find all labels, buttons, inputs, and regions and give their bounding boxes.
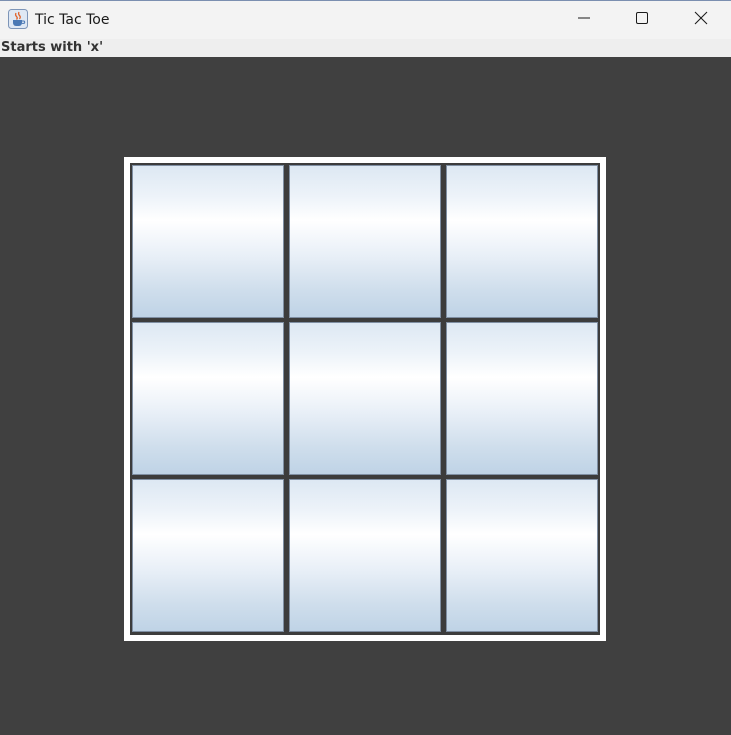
maximize-icon — [635, 11, 649, 30]
board-cell-3-3[interactable] — [446, 479, 598, 632]
status-bar: Starts with 'x' — [0, 39, 731, 57]
java-cup-icon — [8, 9, 28, 29]
board-cell-2-2[interactable] — [289, 322, 441, 475]
minimize-button[interactable] — [555, 1, 613, 39]
board-cell-1-1[interactable] — [132, 165, 284, 318]
title-bar[interactable]: Tic Tac Toe — [0, 0, 731, 39]
board-cell-1-2[interactable] — [289, 165, 441, 318]
board-cell-3-1[interactable] — [132, 479, 284, 632]
maximize-button[interactable] — [613, 1, 671, 39]
close-icon — [694, 11, 708, 30]
board-cell-2-1[interactable] — [132, 322, 284, 475]
minimize-icon — [577, 11, 591, 30]
game-board — [124, 157, 606, 641]
board-cell-3-2[interactable] — [289, 479, 441, 632]
status-label: Starts with 'x' — [1, 40, 104, 55]
app-window: Tic Tac Toe Starts with 'x' — [0, 0, 731, 735]
close-button[interactable] — [672, 1, 730, 39]
board-cell-2-3[interactable] — [446, 322, 598, 475]
board-grid — [130, 163, 600, 635]
window-title: Tic Tac Toe — [35, 12, 110, 28]
board-cell-1-3[interactable] — [446, 165, 598, 318]
